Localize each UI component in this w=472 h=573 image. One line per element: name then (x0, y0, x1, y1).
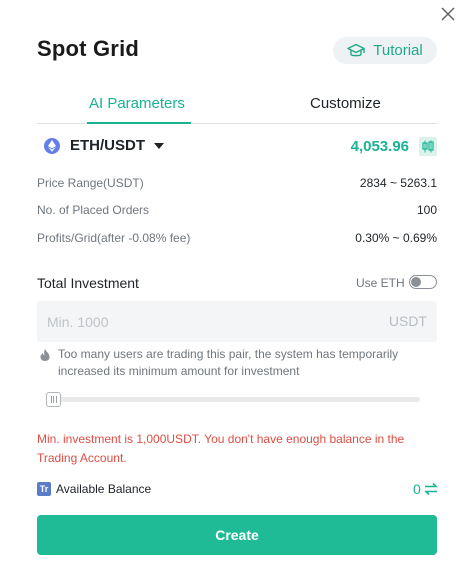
create-button[interactable]: Create (37, 515, 437, 555)
use-eth-toggle[interactable] (409, 275, 437, 289)
available-balance-value: 0 (413, 481, 421, 497)
slider-handle[interactable] (46, 392, 61, 407)
trading-account-icon: Tr (37, 482, 51, 496)
page-title: Spot Grid (37, 36, 140, 61)
flame-icon (40, 348, 50, 361)
min-amount-notice: Too many users are trading this pair, th… (58, 347, 399, 378)
ethereum-icon (44, 138, 60, 154)
tab-ai-parameters[interactable]: AI Parameters (89, 95, 185, 112)
placed-orders-label: No. of Placed Orders (37, 203, 150, 217)
profit-per-grid-label: Profits/Grid(after -0.08% fee) (37, 231, 191, 245)
active-tab-indicator (87, 122, 191, 124)
graduation-cap-icon (347, 43, 365, 59)
candlestick-chart-icon[interactable] (419, 137, 437, 156)
profit-per-grid-row: Profits/Grid(after -0.08% fee) 0.30% ~ 0… (37, 231, 437, 247)
investment-input[interactable] (37, 301, 367, 342)
available-balance-label: Available Balance (56, 482, 152, 496)
pair-row: ETH/USDT 4,053.96 (37, 136, 437, 158)
placed-orders-value: 100 (416, 203, 437, 217)
toggle-knob (411, 276, 421, 287)
caret-down-icon[interactable] (154, 143, 164, 149)
investment-unit: USDT (388, 313, 427, 329)
pair-selector[interactable]: ETH/USDT (70, 137, 145, 154)
investment-slider[interactable] (48, 397, 420, 402)
price-range-value: 2834 ~ 5263.1 (359, 176, 437, 190)
pair-price: 4,053.96 (350, 138, 409, 155)
profit-per-grid-value: 0.30% ~ 0.69% (355, 231, 437, 245)
price-range-row: Price Range(USDT) 2834 ~ 5263.1 (37, 176, 437, 192)
total-investment-label: Total Investment (37, 275, 139, 291)
tutorial-button[interactable]: Tutorial (333, 37, 437, 64)
transfer-icon[interactable] (424, 482, 438, 496)
tab-customize[interactable]: Customize (310, 95, 381, 112)
tutorial-label: Tutorial (373, 42, 423, 59)
investment-input-box: USDT (37, 301, 437, 342)
placed-orders-row: No. of Placed Orders 100 (37, 203, 437, 219)
close-icon[interactable] (438, 4, 458, 24)
insufficient-balance-error: Min. investment is 1,000USDT. You don't … (37, 432, 405, 465)
use-eth-label: Use ETH (356, 276, 405, 290)
price-range-label: Price Range(USDT) (37, 176, 144, 190)
tab-bar: AI Parameters Customize (37, 92, 437, 124)
